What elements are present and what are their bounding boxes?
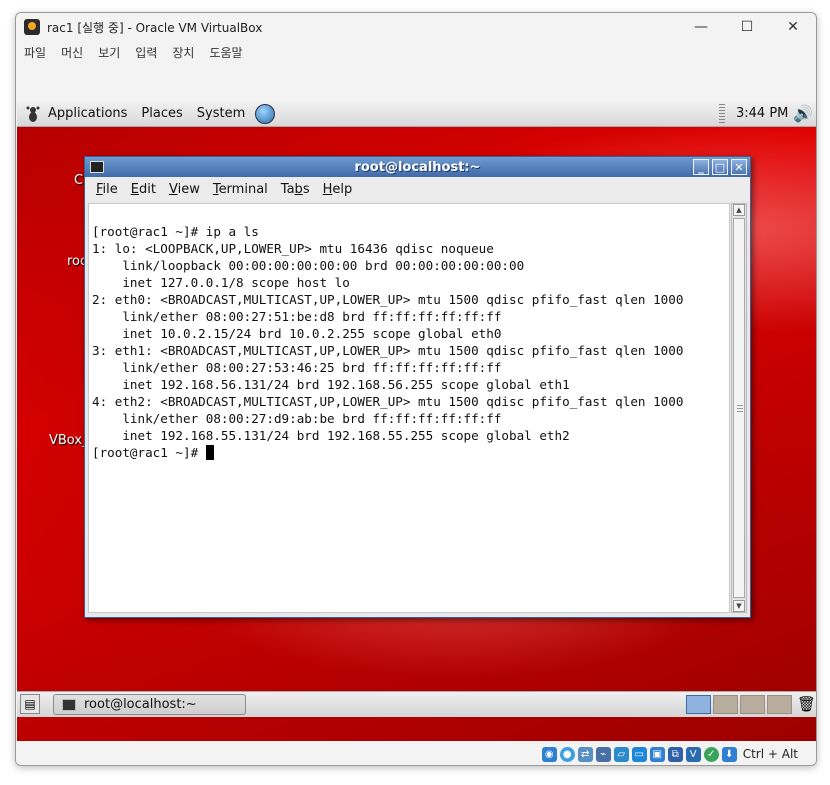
virtualbox-window: rac1 [실행 중] - Oracle VM VirtualBox — ☐ ✕… — [15, 12, 817, 766]
shared-folder-icon[interactable]: ▱ — [613, 746, 629, 762]
host-window-title: rac1 [실행 중] - Oracle VM VirtualBox — [47, 20, 263, 35]
keyboard-capture-icon[interactable]: ✓ — [703, 746, 719, 762]
virtualbox-app-icon — [24, 19, 40, 35]
minimize-button[interactable]: — — [678, 13, 724, 41]
mnemonic: V — [168, 181, 178, 197]
terminal-prompt-line[interactable]: [root@rac1 ~]# — [92, 444, 683, 461]
close-button[interactable]: ✕ — [770, 13, 816, 41]
terminal-prompt: [root@rac1 ~]# — [92, 445, 206, 460]
menu-label: s — [302, 181, 310, 197]
terminal-close-button[interactable]: ✕ — [731, 159, 747, 175]
mnemonic: H — [322, 181, 333, 197]
terminal-line: link/ether 08:00:27:d9:ab:be brd ff:ff:f… — [92, 411, 502, 426]
maximize-button[interactable]: ☐ — [724, 13, 770, 41]
optical-disk-icon[interactable]: ◉ — [541, 746, 557, 762]
workspace-1[interactable] — [686, 695, 711, 714]
terminal-line: link/ether 08:00:27:53:46:25 brd ff:ff:f… — [92, 360, 502, 375]
display-icon[interactable]: ▭ — [631, 746, 647, 762]
mnemonic: E — [130, 181, 139, 197]
workspace-2[interactable] — [713, 695, 738, 714]
host-key-label: Ctrl + Alt — [742, 747, 798, 761]
terminal-line: 3: eth1: <BROADCAST,MULTICAST,UP,LOWER_U… — [92, 343, 684, 358]
scroll-thumb[interactable] — [733, 218, 745, 598]
host-menubar: 파일 머신 보기 입력 장치 도움말 — [16, 41, 816, 63]
menu-view[interactable]: 보기 — [98, 44, 120, 61]
menu-label: erminal — [218, 181, 268, 197]
workspace-3[interactable] — [740, 695, 765, 714]
workspace-4[interactable] — [767, 695, 792, 714]
menu-label: Ta — [280, 181, 295, 197]
vbox-statusbar: ◉ ● ⇄ ⌁ ▱ ▭ ▣ ⧉ V ✓ ⬇ Ctrl + Alt — [16, 741, 816, 765]
panel-separator — [719, 104, 725, 124]
network-manager-icon[interactable] — [255, 103, 276, 124]
gnome-foot-icon[interactable] — [24, 105, 42, 123]
desktop-icon-label-1[interactable]: C — [74, 173, 83, 188]
mnemonic: b — [294, 181, 303, 197]
taskbar-terminal-button[interactable]: root@localhost:~ — [53, 694, 246, 715]
terminal-menu-file[interactable]: File — [96, 182, 118, 197]
terminal-titlebar[interactable]: root@localhost:~ _ □ ✕ — [85, 157, 750, 177]
applications-menu[interactable]: Applications — [48, 106, 127, 121]
menu-label: dit — [139, 181, 156, 197]
guest-screen[interactable]: Applications Places System 3:44 PM 🔊 C r… — [17, 101, 816, 741]
terminal-menu-terminal[interactable]: Terminal — [213, 182, 268, 197]
usb-icon[interactable]: ⌁ — [595, 746, 611, 762]
video-capture-icon[interactable]: ▣ — [649, 746, 665, 762]
terminal-scrollbar[interactable]: ▲ ▼ — [731, 203, 747, 613]
terminal-title: root@localhost:~ — [354, 159, 481, 175]
menu-input[interactable]: 입력 — [135, 44, 157, 61]
terminal-menu-help[interactable]: Help — [323, 182, 353, 197]
volume-icon[interactable]: 🔊 — [793, 104, 813, 123]
system-menu[interactable]: System — [197, 106, 245, 121]
menu-devices[interactable]: 장치 — [172, 44, 194, 61]
network-icon[interactable]: ⇄ — [577, 746, 593, 762]
terminal-line: inet 192.168.56.131/24 brd 192.168.56.25… — [92, 377, 570, 392]
terminal-line: link/ether 08:00:27:51:be:d8 brd ff:ff:f… — [92, 309, 502, 324]
terminal-menu-edit[interactable]: Edit — [131, 182, 156, 197]
terminal-icon — [62, 698, 76, 711]
terminal-window: root@localhost:~ _ □ ✕ File Edit View Te… — [84, 156, 751, 618]
terminal-menubar: File Edit View Terminal Tabs Help — [85, 177, 750, 201]
terminal-menu-view[interactable]: View — [169, 182, 200, 197]
workspace-switcher — [686, 695, 792, 714]
desktop-icon-label-3[interactable]: VBox_ — [49, 433, 89, 448]
menu-label: ile — [102, 181, 118, 197]
virtualization-icon[interactable]: ⧉ — [667, 746, 683, 762]
trash-icon[interactable]: 🗑 — [797, 695, 816, 713]
terminal-line: 2: eth0: <BROADCAST,MULTICAST,UP,LOWER_U… — [92, 292, 684, 307]
terminal-line: [root@rac1 ~]# ip a ls — [92, 224, 259, 239]
menu-label: elp — [332, 181, 353, 197]
terminal-line: inet 10.0.2.15/24 brd 10.0.2.255 scope g… — [92, 326, 502, 341]
host-titlebar[interactable]: rac1 [실행 중] - Oracle VM VirtualBox — ☐ ✕ — [16, 13, 816, 41]
menu-machine[interactable]: 머신 — [61, 44, 83, 61]
terminal-line: link/loopback 00:00:00:00:00:00 brd 00:0… — [92, 258, 525, 273]
places-menu[interactable]: Places — [141, 106, 182, 121]
gnome-top-panel: Applications Places System 3:44 PM 🔊 — [17, 101, 816, 127]
terminal-line: 1: lo: <LOOPBACK,UP,LOWER_UP> mtu 16436 … — [92, 241, 494, 256]
terminal-line: inet 192.168.55.131/24 brd 192.168.55.25… — [92, 428, 570, 443]
menu-help[interactable]: 도움말 — [209, 44, 242, 61]
menu-label: iew — [177, 181, 200, 197]
scroll-grip — [737, 405, 743, 413]
text-cursor — [205, 445, 214, 460]
terminal-text: [root@rac1 ~]# ip a ls 1: lo: <LOOPBACK,U… — [92, 206, 683, 461]
terminal-output[interactable]: [root@rac1 ~]# ip a ls 1: lo: <LOOPBACK,U… — [88, 203, 730, 613]
terminal-maximize-button[interactable]: □ — [712, 159, 728, 175]
scroll-up-button[interactable]: ▲ — [733, 204, 745, 216]
scroll-down-button[interactable]: ▼ — [733, 600, 745, 612]
audio-icon[interactable]: ● — [559, 746, 575, 762]
taskbar-label: root@localhost:~ — [84, 697, 197, 712]
gnome-bottom-panel: ▤ root@localhost:~ 🗑 — [17, 691, 816, 717]
terminal-line: inet 127.0.0.1/8 scope host lo — [92, 275, 350, 290]
host-key-arrow-icon[interactable]: ⬇ — [721, 746, 737, 762]
terminal-minimize-button[interactable]: _ — [693, 159, 709, 175]
mouse-integration-icon[interactable]: V — [685, 746, 701, 762]
clock[interactable]: 3:44 PM — [736, 106, 788, 121]
menu-file[interactable]: 파일 — [24, 44, 46, 61]
terminal-menu-tabs[interactable]: Tabs — [281, 182, 310, 197]
terminal-line: 4: eth2: <BROADCAST,MULTICAST,UP,LOWER_U… — [92, 394, 684, 409]
show-desktop-icon[interactable]: ▤ — [20, 694, 40, 714]
